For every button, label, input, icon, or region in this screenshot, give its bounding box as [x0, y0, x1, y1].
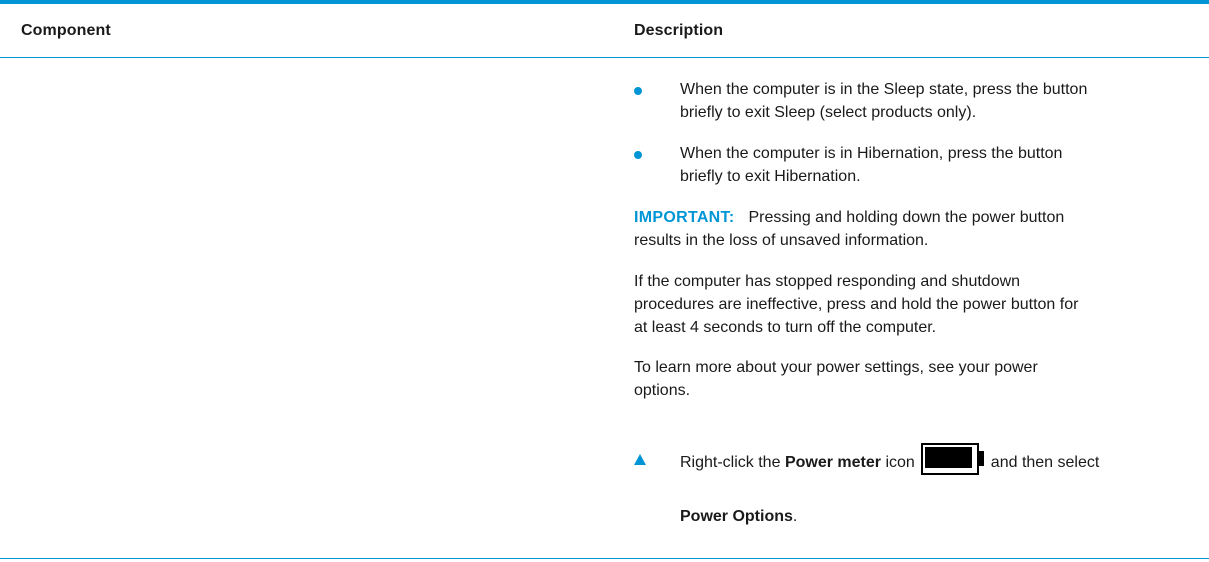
table-header-row: Component Description	[0, 4, 1209, 58]
step-bold-term: Power meter	[784, 454, 881, 472]
step-text: Right-click the Power meter icon and then…	[680, 443, 1100, 475]
bullet-text-line: briefly to exit Sleep (select products o…	[680, 104, 977, 121]
header-description: Description	[634, 22, 724, 39]
step-suffix: and then select	[990, 454, 1100, 472]
paragraph-line: at least 4 seconds to turn off the compu…	[634, 319, 937, 336]
table-bottom-rule	[0, 558, 1209, 559]
bullet-text-line: When the computer is in the Sleep state,…	[680, 81, 1088, 98]
step-continuation-text: Power Options.	[680, 506, 797, 528]
bullet-dot-icon	[634, 151, 642, 159]
paragraph-line: If the computer has stopped responding a…	[634, 273, 1021, 290]
triangle-step-icon	[634, 454, 646, 465]
bullet-text-line: briefly to exit Hibernation.	[680, 168, 861, 185]
battery-tip	[978, 451, 984, 466]
important-label: IMPORTANT:	[634, 209, 735, 226]
important-note: IMPORTANT: Pressing and holding down the …	[634, 207, 1164, 229]
paragraph-line: procedures are ineffective, press and ho…	[634, 296, 1079, 313]
step-bold-option: Power Options	[680, 508, 793, 525]
bullet-dot-icon	[634, 87, 642, 95]
battery-fill	[924, 447, 972, 468]
step-end: .	[792, 508, 798, 525]
paragraph-line: To learn more about your power settings,…	[634, 359, 1038, 376]
header-component: Component	[21, 22, 111, 39]
important-text-line: Pressing and holding down the power butt…	[748, 209, 1065, 226]
important-text-line: results in the loss of unsaved informati…	[634, 232, 929, 249]
battery-icon	[920, 443, 987, 475]
step-middle: icon	[885, 454, 915, 472]
paragraph-line: options.	[634, 382, 691, 399]
step-prefix: Right-click the	[680, 454, 781, 472]
bullet-text-line: When the computer is in Hibernation, pre…	[680, 145, 1063, 162]
